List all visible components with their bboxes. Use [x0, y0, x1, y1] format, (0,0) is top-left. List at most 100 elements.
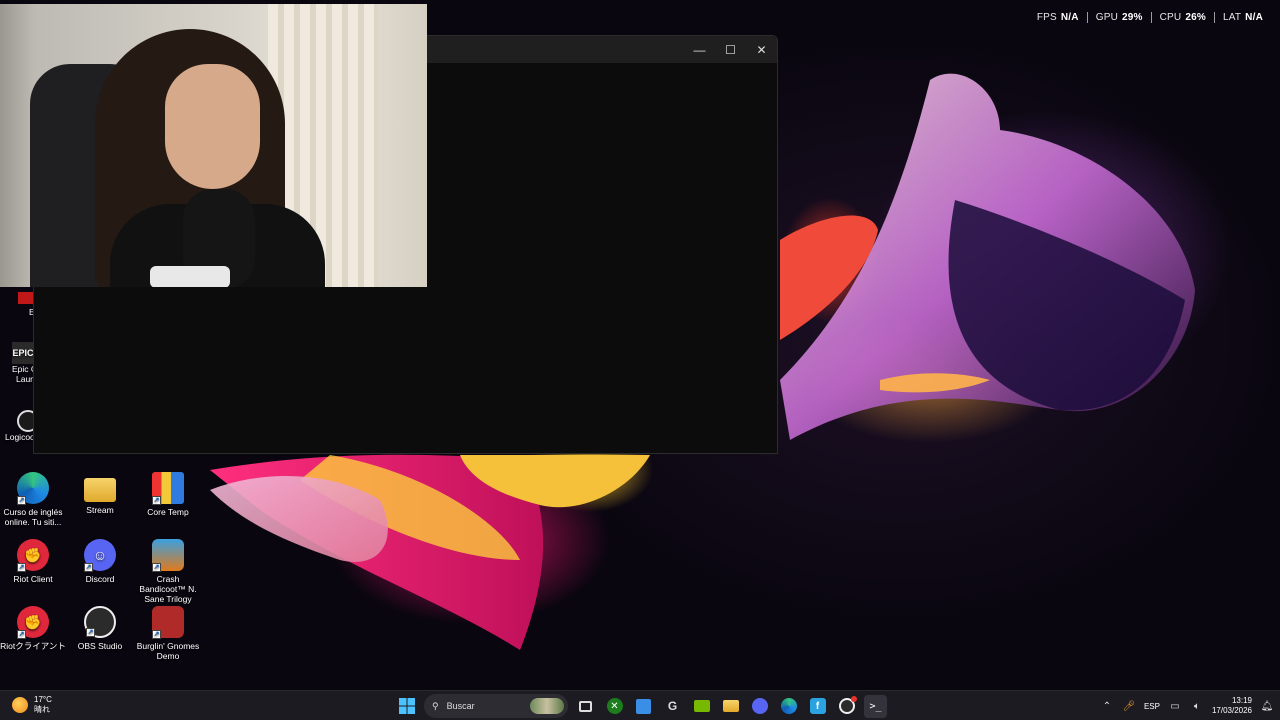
g-hub-button[interactable]: G — [661, 695, 684, 718]
shortcut-arrow-icon: ↗ — [152, 563, 161, 572]
performance-overlay: FPS N/A GPU 29% CPU 26% LAT N/A — [1029, 12, 1271, 23]
shortcut-arrow-icon: ↗ — [17, 496, 26, 505]
shortcut-arrow-icon: ↗ — [17, 563, 26, 572]
weather-icon — [12, 697, 28, 713]
search-highlight-image — [530, 698, 564, 714]
core-temp-icon: ↗ — [152, 472, 184, 505]
folder-icon — [722, 700, 739, 712]
nvidia-button[interactable] — [690, 695, 713, 718]
desktop-icon-discord[interactable]: ☺ ↗ Discord — [67, 539, 133, 584]
discord-icon — [751, 698, 768, 714]
desktop-icon-label: Riotクライアント — [0, 641, 66, 651]
maximize-button[interactable]: ☐ — [715, 36, 746, 63]
language-indicator[interactable]: ESP — [1144, 702, 1160, 711]
clock-date: 17/03/2026 — [1211, 706, 1252, 715]
recording-dot-icon — [850, 696, 857, 702]
taskbar: 17°C 晴れ ⚲ Buscar ✕ G f >_ ⌃ 🎤︎ ESP ▭ 🔈︎ … — [0, 690, 1280, 720]
desktop-icon-label: Discord — [85, 574, 115, 584]
desktop-icon-curso[interactable]: ↗ Curso de inglés online. Tu siti... — [0, 472, 66, 527]
desktop-icon-core-temp[interactable]: ↗ Core Temp — [135, 472, 201, 517]
close-button[interactable]: ✕ — [746, 36, 777, 63]
shortcut-arrow-icon: ↗ — [152, 496, 161, 505]
edge-taskbar-button[interactable] — [777, 695, 800, 718]
webcam-mic-arm — [150, 266, 230, 287]
windows-icon — [398, 698, 415, 714]
app-icon — [18, 292, 34, 304]
weather-description: 晴れ — [34, 705, 50, 714]
network-icon[interactable]: ▭ — [1168, 699, 1182, 713]
crash-icon: ↗ — [152, 539, 184, 572]
terminal-taskbar-button[interactable]: >_ — [864, 694, 887, 718]
taskbar-apps: ⚲ Buscar ✕ G f >_ — [395, 694, 887, 718]
desktop-icon-label: Curso de inglés online. Tu siti... — [3, 507, 63, 527]
store-button[interactable] — [632, 695, 655, 718]
nvidia-icon — [693, 700, 710, 712]
lat-stat: LAT N/A — [1213, 12, 1271, 23]
weather-widget[interactable]: 17°C 晴れ — [12, 695, 52, 715]
gnomes-icon: ↗ — [152, 606, 184, 639]
discord-taskbar-button[interactable] — [748, 695, 771, 718]
lat-value: N/A — [1245, 12, 1263, 23]
desktop-icon-stream[interactable]: Stream — [67, 472, 133, 515]
taskbar-search[interactable]: ⚲ Buscar — [424, 694, 568, 718]
app-f-icon: f — [809, 698, 826, 714]
gpu-stat: GPU 29% — [1086, 12, 1151, 23]
discord-icon: ☺ ↗ — [84, 539, 116, 572]
epic-games-icon: EPIC — [12, 342, 34, 364]
show-hidden-icons-button[interactable]: ⌃ — [1100, 699, 1114, 713]
desktop-icon-label: Core Temp — [147, 507, 189, 517]
minimize-button[interactable]: — — [684, 36, 715, 63]
fps-label: FPS — [1036, 12, 1057, 23]
shortcut-arrow-icon: ↗ — [86, 628, 95, 637]
xbox-button[interactable]: ✕ — [603, 695, 626, 718]
desktop-icon-riot-jp[interactable]: ✊ ↗ Riotクライアント — [0, 606, 66, 651]
file-explorer-button[interactable] — [719, 695, 742, 718]
search-placeholder: Buscar — [446, 701, 475, 711]
microphone-icon[interactable]: 🎤︎ — [1122, 699, 1136, 713]
task-view-button[interactable] — [574, 695, 597, 718]
app-f-button[interactable]: f — [806, 695, 829, 718]
webcam-feed — [0, 4, 427, 287]
folder-icon — [84, 478, 116, 502]
cpu-value: 26% — [1185, 12, 1206, 23]
desktop-icon-partial-e[interactable]: E — [18, 292, 35, 317]
desktop-icon-label: Burglin' Gnomes Demo — [136, 641, 200, 661]
lat-label: LAT — [1222, 12, 1242, 23]
start-button[interactable] — [395, 695, 418, 718]
obs-taskbar-button[interactable] — [835, 695, 858, 718]
riot-icon: ✊ ↗ — [17, 539, 49, 572]
gpu-value: 29% — [1122, 12, 1143, 23]
volume-icon[interactable]: 🔈︎ — [1190, 699, 1204, 713]
desktop-icon-label: Stream — [86, 505, 114, 515]
task-view-icon — [579, 700, 592, 712]
fps-stat: FPS N/A — [1029, 12, 1087, 23]
obs-icon: ↗ — [84, 606, 116, 638]
desktop-icon-riot-client[interactable]: ✊ ↗ Riot Client — [0, 539, 66, 584]
obs-icon — [838, 696, 857, 714]
desktop-icon-label: Riot Client — [13, 574, 53, 584]
webcam-face — [165, 64, 260, 189]
cpu-stat: CPU 26% — [1150, 12, 1214, 23]
shortcut-arrow-icon: ↗ — [17, 630, 26, 639]
desktop-icon-label: OBS Studio — [77, 641, 123, 651]
clock-time: 13:19 — [1231, 696, 1252, 705]
edge-icon: ↗ — [17, 472, 49, 505]
cpu-label: CPU — [1159, 12, 1182, 23]
gpu-label: GPU — [1095, 12, 1118, 23]
edge-icon — [780, 698, 797, 714]
desktop-icon-crash[interactable]: ↗ Crash Bandicoot™ N. Sane Trilogy — [135, 539, 201, 604]
store-icon — [636, 698, 651, 714]
search-icon: ⚲ — [432, 700, 439, 711]
xbox-icon: ✕ — [606, 698, 623, 714]
clock[interactable]: 13:19 17/03/2026 — [1212, 696, 1252, 716]
g-hub-icon: G — [667, 699, 678, 713]
shortcut-arrow-icon: ↗ — [152, 630, 161, 639]
desktop-icon-label: Crash Bandicoot™ N. Sane Trilogy — [139, 574, 197, 604]
desktop-icon-obs[interactable]: ↗ OBS Studio — [67, 606, 133, 651]
weather-temperature: 17°C — [34, 695, 52, 704]
system-tray: ⌃ 🎤︎ ESP ▭ 🔈︎ 13:19 17/03/2026 🔔︎ — [1100, 691, 1274, 720]
riot-icon: ✊ ↗ — [17, 606, 49, 639]
shortcut-arrow-icon: ↗ — [84, 563, 93, 572]
desktop-icon-gnomes[interactable]: ↗ Burglin' Gnomes Demo — [135, 606, 201, 661]
notifications-icon[interactable]: 🔔︎ — [1260, 699, 1274, 713]
